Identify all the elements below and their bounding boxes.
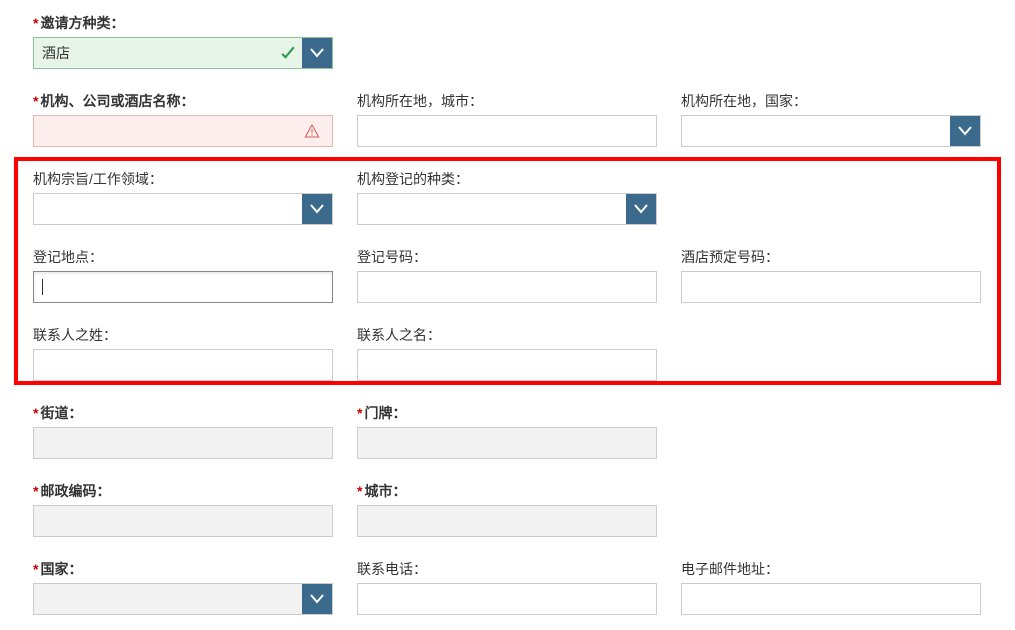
reg-type-select[interactable] bbox=[357, 193, 657, 225]
field-org-name: *机构、公司或酒店名称： bbox=[33, 91, 333, 147]
field-house: *门牌： bbox=[357, 403, 657, 459]
org-purpose-select[interactable] bbox=[33, 193, 333, 225]
field-phone: 联系电话： bbox=[357, 559, 657, 615]
field-reg-type: 机构登记的种类： bbox=[357, 169, 657, 225]
dropdown-button[interactable] bbox=[302, 584, 332, 614]
street-input[interactable] bbox=[33, 427, 333, 459]
house-input[interactable] bbox=[357, 427, 657, 459]
zip-input[interactable] bbox=[33, 505, 333, 537]
field-city: *城市： bbox=[357, 481, 657, 537]
field-hotel-booking: 酒店预定号码： bbox=[681, 247, 981, 303]
org-city-input[interactable] bbox=[357, 115, 657, 147]
text-cursor bbox=[42, 279, 43, 295]
city-input[interactable] bbox=[357, 505, 657, 537]
contact-lastname-input[interactable] bbox=[33, 349, 333, 381]
phone-input[interactable] bbox=[357, 583, 657, 615]
field-org-country: 机构所在地，国家： bbox=[681, 91, 981, 147]
select-value: 酒店 bbox=[34, 38, 278, 68]
field-reg-number: 登记号码： bbox=[357, 247, 657, 303]
required-mark: * bbox=[33, 15, 38, 31]
org-name-input[interactable] bbox=[33, 115, 333, 147]
field-org-city: 机构所在地，城市： bbox=[357, 91, 657, 147]
label: * 邀请方种类： bbox=[33, 13, 333, 33]
field-street: *街道： bbox=[33, 403, 333, 459]
hotel-booking-input[interactable] bbox=[681, 271, 981, 303]
reg-place-input[interactable] bbox=[33, 271, 333, 303]
dropdown-button[interactable] bbox=[626, 194, 656, 224]
field-inviting-party-type: * 邀请方种类： 酒店 bbox=[33, 13, 333, 69]
field-country: *国家： bbox=[33, 559, 333, 615]
dropdown-button[interactable] bbox=[950, 116, 980, 146]
field-contact-lastname: 联系人之姓： bbox=[33, 325, 333, 381]
label-text: 邀请方种类： bbox=[40, 13, 124, 33]
inviting-party-type-select[interactable]: 酒店 bbox=[33, 37, 333, 69]
dropdown-button[interactable] bbox=[302, 38, 332, 68]
dropdown-button[interactable] bbox=[302, 194, 332, 224]
email-input[interactable] bbox=[681, 583, 981, 615]
field-contact-firstname: 联系人之名： bbox=[357, 325, 657, 381]
field-zip: *邮政编码： bbox=[33, 481, 333, 537]
contact-firstname-input[interactable] bbox=[357, 349, 657, 381]
warning-icon bbox=[304, 123, 320, 139]
form-page: * 邀请方种类： 酒店 *机构、公司或酒店名称： bbox=[0, 0, 1015, 630]
check-icon bbox=[278, 43, 298, 63]
country-select[interactable] bbox=[33, 583, 333, 615]
field-email: 电子邮件地址： bbox=[681, 559, 981, 615]
field-reg-place: 登记地点： bbox=[33, 247, 333, 303]
org-country-select[interactable] bbox=[681, 115, 981, 147]
field-org-purpose: 机构宗旨/工作领域： bbox=[33, 169, 333, 225]
reg-number-input[interactable] bbox=[357, 271, 657, 303]
